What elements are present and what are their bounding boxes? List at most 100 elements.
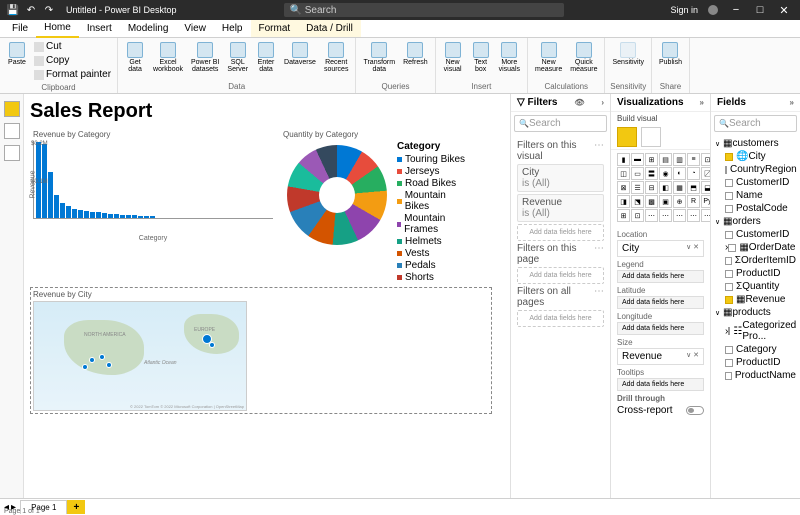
visual-type-icon[interactable]: ⋯	[687, 209, 700, 222]
tab-modeling[interactable]: Modeling	[120, 20, 177, 37]
visual-type-icon[interactable]: ⋯	[659, 209, 672, 222]
field-customerid2[interactable]: CustomerID	[715, 228, 796, 241]
add-page-button[interactable]: +	[67, 500, 85, 514]
bar[interactable]	[102, 213, 107, 218]
bar[interactable]	[96, 212, 101, 218]
publish-button[interactable]: Publish	[656, 40, 685, 68]
model-view-icon[interactable]	[4, 145, 20, 161]
enter-data-button[interactable]: Enter data	[253, 40, 279, 75]
tab-format[interactable]: Format	[251, 20, 299, 37]
refresh-button[interactable]: Refresh	[400, 40, 431, 68]
field-name[interactable]: Name	[715, 189, 796, 202]
more-visuals-button[interactable]: More visuals	[496, 40, 523, 75]
fields-search-input[interactable]: 🔍 Search	[714, 115, 797, 132]
filter-drop-page[interactable]: Add data fields here	[517, 267, 604, 284]
bar[interactable]	[66, 206, 71, 218]
report-canvas[interactable]: Sales Report Revenue by Category Revenue…	[24, 94, 510, 498]
tab-help[interactable]: Help	[214, 20, 251, 37]
sensitivity-button[interactable]: Sensitivity	[609, 40, 647, 68]
cross-report-toggle[interactable]	[686, 406, 704, 415]
field-quantity[interactable]: Σ Quantity	[715, 280, 796, 293]
visual-type-icon[interactable]: ▭	[631, 167, 644, 180]
bar[interactable]	[138, 216, 143, 218]
table-products[interactable]: ∨▦ products	[715, 306, 796, 319]
well-longitude[interactable]: Add data fields here	[617, 322, 704, 335]
cut-button[interactable]: Cut	[32, 40, 113, 53]
quick-measure-button[interactable]: Quick measure	[567, 40, 600, 75]
visual-type-icon[interactable]: R	[687, 195, 700, 208]
text-box-button[interactable]: Text box	[468, 40, 494, 75]
visual-type-icon[interactable]: ≡	[687, 153, 700, 166]
legend-item[interactable]: Pedals	[397, 260, 469, 271]
visual-type-icon[interactable]: ⊡	[631, 209, 644, 222]
visual-type-icon[interactable]: ◧	[659, 181, 672, 194]
tab-insert[interactable]: Insert	[79, 20, 120, 37]
excel-workbook-button[interactable]: Excel workbook	[150, 40, 186, 75]
legend-item[interactable]: Touring Bikes	[397, 154, 469, 165]
field-postalcode[interactable]: PostalCode	[715, 202, 796, 215]
field-productname[interactable]: ProductName	[715, 369, 796, 382]
visual-type-icon[interactable]: ⋯	[701, 209, 710, 222]
bar[interactable]	[90, 212, 95, 218]
visual-type-icon[interactable]: ▬	[631, 153, 644, 166]
bar[interactable]	[144, 216, 149, 218]
bar[interactable]	[84, 211, 89, 218]
table-customers[interactable]: ∨▦ customers	[715, 137, 796, 150]
bar[interactable]	[114, 214, 119, 218]
undo-icon[interactable]: ↶	[23, 2, 39, 18]
field-category[interactable]: Category	[715, 343, 796, 356]
well-size[interactable]: Revenue∨ ✕	[617, 348, 704, 365]
visual-type-icon[interactable]: ◔	[687, 167, 700, 180]
bar[interactable]	[126, 215, 131, 218]
visual-type-icon[interactable]: ⊟	[645, 181, 658, 194]
visual-type-icon[interactable]: ▮	[617, 153, 630, 166]
visual-type-icon[interactable]: 〓	[645, 167, 658, 180]
legend-item[interactable]: Shorts	[397, 272, 469, 283]
field-productid2[interactable]: ProductID	[715, 356, 796, 369]
paste-button[interactable]: Paste	[4, 40, 30, 68]
bar[interactable]	[108, 214, 113, 218]
more-icon[interactable]: ⋯	[594, 286, 604, 308]
visual-type-icon[interactable]: ◉	[659, 167, 672, 180]
field-orderdate[interactable]: ›▦ OrderDate	[715, 241, 796, 254]
more-icon[interactable]: ⋯	[594, 140, 604, 162]
maximize-button[interactable]: □	[748, 4, 772, 16]
more-icon[interactable]: ⋯	[594, 243, 604, 265]
legend-item[interactable]: Vests	[397, 248, 469, 259]
format-painter-button[interactable]: Format painter	[32, 68, 113, 81]
visual-type-icon[interactable]: ◨	[617, 195, 630, 208]
bar[interactable]	[72, 209, 77, 219]
data-view-icon[interactable]	[4, 123, 20, 139]
recent-sources-button[interactable]: Recent sources	[321, 40, 352, 75]
filter-drop-visual[interactable]: Add data fields here	[517, 224, 604, 241]
visual-type-icon[interactable]: ⊞	[645, 153, 658, 166]
legend-item[interactable]: Mountain Bikes	[397, 190, 469, 212]
visual-type-icon[interactable]: ⬔	[631, 195, 644, 208]
bar[interactable]	[120, 215, 125, 218]
collapse-icon[interactable]: »	[700, 98, 704, 107]
tab-home[interactable]: Home	[36, 19, 79, 38]
redo-icon[interactable]: ↷	[41, 2, 57, 18]
field-revenue[interactable]: ▦ Revenue	[715, 293, 796, 306]
global-search-input[interactable]: 🔍 Search	[284, 3, 564, 17]
visual-type-icon[interactable]: 〼	[701, 167, 710, 180]
field-orderitemid[interactable]: Σ OrderItemID	[715, 254, 796, 267]
dataverse-button[interactable]: Dataverse	[281, 40, 319, 68]
bar[interactable]	[150, 216, 155, 218]
visual-type-icon[interactable]: ☰	[631, 181, 644, 194]
visual-type-icon[interactable]: ▦	[673, 181, 686, 194]
signin-link[interactable]: Sign in	[670, 5, 698, 15]
tab-file[interactable]: File	[4, 20, 36, 37]
bar[interactable]	[48, 172, 53, 218]
user-avatar[interactable]	[708, 5, 718, 15]
collapse-icon[interactable]: ›	[601, 98, 604, 107]
bar-chart-visual[interactable]: Revenue by Category Revenue $0.2M $0.1M …	[30, 127, 276, 287]
visual-type-icon[interactable]: ⬒	[687, 181, 700, 194]
bar[interactable]	[78, 210, 83, 218]
legend-item[interactable]: Jerseys	[397, 166, 469, 177]
visual-type-icon[interactable]: ▣	[659, 195, 672, 208]
field-city[interactable]: 🌐 City	[715, 150, 796, 163]
collapse-icon[interactable]: »	[790, 98, 794, 107]
close-button[interactable]: ✕	[772, 4, 796, 17]
minimize-button[interactable]: −	[724, 4, 748, 16]
